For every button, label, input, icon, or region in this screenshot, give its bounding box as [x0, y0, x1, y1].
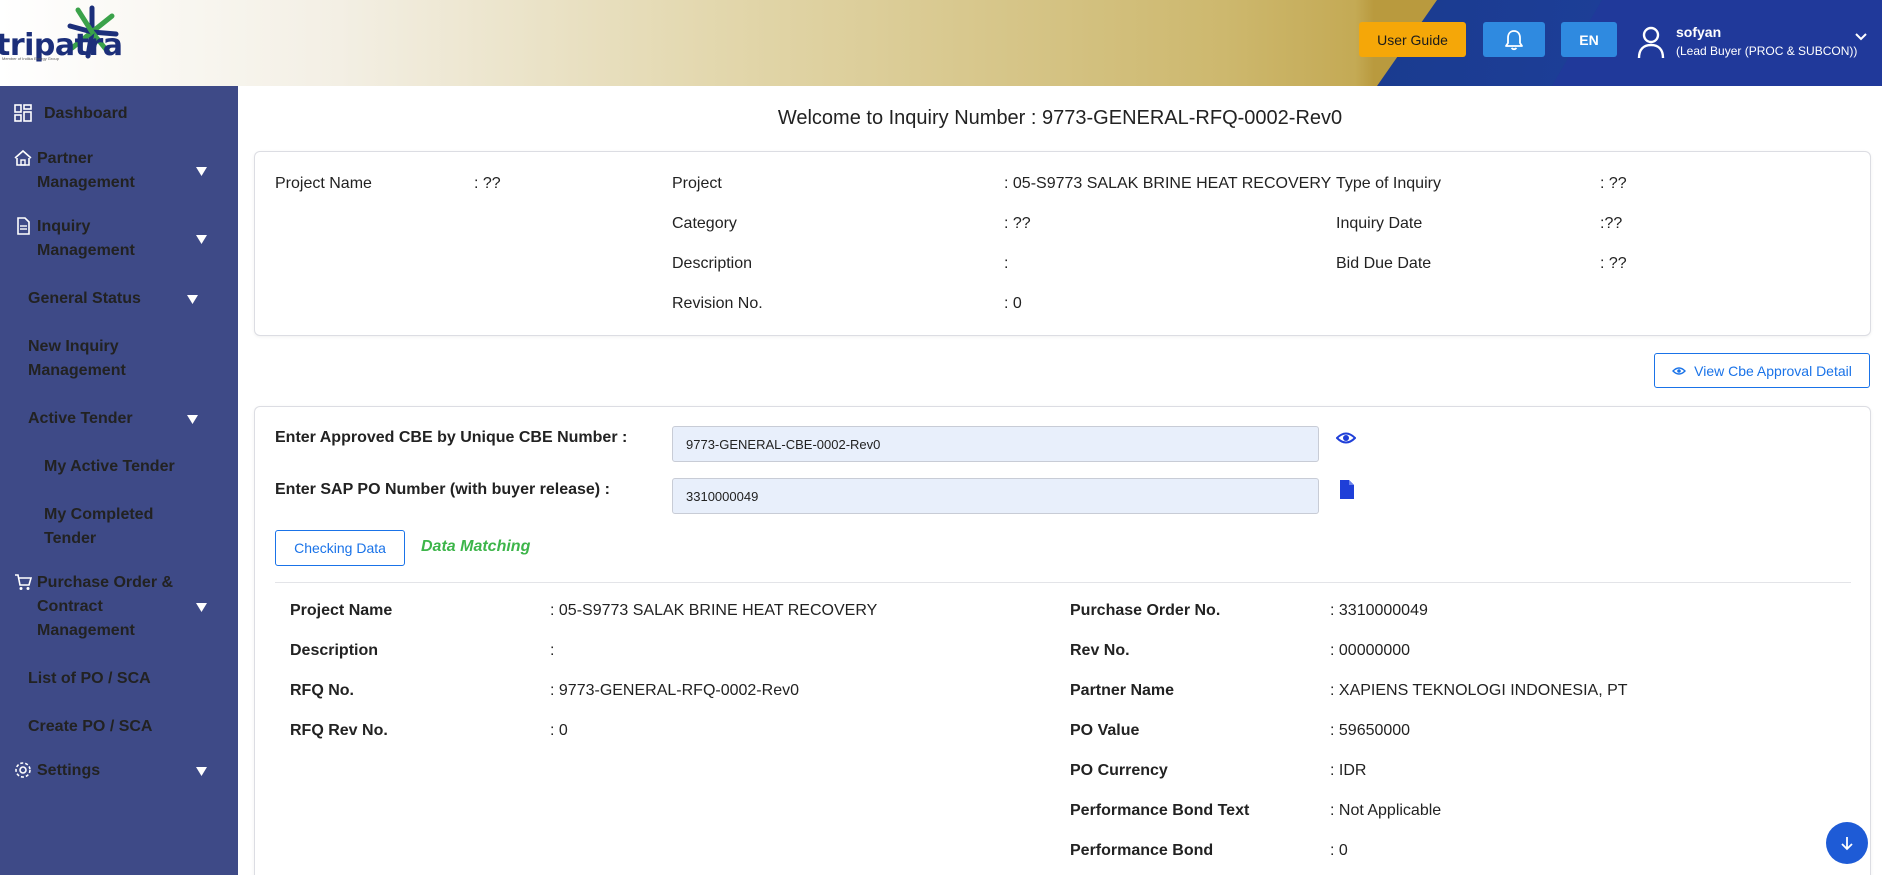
- detail-value: : 3310000049: [1330, 602, 1428, 619]
- sidebar-item-label: Dashboard: [44, 105, 128, 122]
- type-of-inquiry-label: Type of Inquiry: [1336, 175, 1441, 192]
- detail-value: : 9773-GENERAL-RFQ-0002-Rev0: [550, 682, 799, 699]
- eye-icon[interactable]: [1336, 430, 1356, 446]
- view-cbe-approval-label: View Cbe Approval Detail: [1694, 362, 1852, 379]
- detail-label: Project Name: [290, 602, 393, 619]
- notifications-button[interactable]: [1483, 22, 1545, 57]
- detail-value: : 59650000: [1330, 722, 1411, 739]
- arrow-down-icon: [1841, 837, 1853, 851]
- detail-value: : 05-S9773 SALAK BRINE HEAT RECOVERY: [550, 602, 878, 619]
- sidebar-item-settings[interactable]: Settings: [0, 759, 238, 785]
- sidebar-item-create-po-sca[interactable]: Create PO / SCA: [0, 715, 238, 741]
- description-value: :: [1004, 255, 1009, 272]
- bid-due-date-label: Bid Due Date: [1336, 255, 1432, 272]
- sidebar-item-new-inquiry-management[interactable]: New Inquiry Management: [0, 335, 238, 385]
- cbe-number-input[interactable]: 9773-GENERAL-CBE-0002-Rev0: [672, 426, 1319, 462]
- detail-label: PO Value: [1070, 722, 1140, 739]
- detail-value: : XAPIENS TEKNOLOGI INDONESIA, PT: [1330, 682, 1628, 699]
- match-status: Data Matching: [421, 538, 531, 555]
- bell-icon: [1505, 29, 1523, 50]
- gear-icon: [15, 762, 31, 778]
- detail-label: RFQ Rev No.: [290, 722, 388, 739]
- caret-down-icon: [196, 235, 207, 244]
- detail-label: Rev No.: [1070, 642, 1130, 659]
- sidebar-item-dashboard[interactable]: Dashboard: [0, 102, 238, 128]
- dashboard-icon: [14, 104, 32, 122]
- inquiry-date-value: :??: [1600, 215, 1623, 232]
- detail-value: : Not Applicable: [1330, 802, 1442, 819]
- caret-down-icon: [196, 167, 207, 176]
- partner-icon: [14, 149, 32, 166]
- category-value: : ??: [1004, 215, 1031, 232]
- cbe-number-label: Enter Approved CBE by Unique CBE Number …: [275, 429, 628, 446]
- sap-po-number-input[interactable]: 3310000049: [672, 478, 1319, 514]
- company-logo[interactable]: tripatra Member of Indika Energy Group: [0, 0, 123, 70]
- caret-down-icon: [187, 415, 198, 424]
- project-name-value: : ??: [474, 175, 501, 192]
- caret-down-icon: [187, 295, 198, 304]
- description-label: Description: [672, 255, 753, 272]
- cart-icon: [15, 574, 32, 590]
- detail-label: RFQ No.: [290, 682, 354, 699]
- sidebar-item-purchase-order-contract[interactable]: Purchase Order & Contract Management: [0, 571, 238, 645]
- detail-label: Performance Bond Text: [1070, 802, 1250, 819]
- document-icon: [17, 217, 30, 235]
- detail-value: : 0: [550, 722, 568, 739]
- sidebar-item-partner-management[interactable]: Partner Management: [0, 147, 238, 197]
- project-value: : 05-S9773 SALAK BRINE HEAT RECOVERY: [1004, 175, 1332, 192]
- project-name-label: Project Name: [275, 175, 372, 192]
- project-label: Project: [672, 175, 722, 192]
- detail-label: Purchase Order No.: [1070, 602, 1221, 619]
- caret-down-icon: [196, 603, 207, 612]
- revision-label: Revision No.: [672, 295, 763, 312]
- sidebar-item-my-active-tender[interactable]: My Active Tender: [0, 455, 238, 481]
- detail-label: Partner Name: [1070, 682, 1175, 699]
- detail-value: : 0: [1330, 842, 1348, 859]
- sap-po-number-label: Enter SAP PO Number (with buyer release)…: [275, 481, 610, 498]
- bid-due-date-value: : ??: [1600, 255, 1627, 272]
- inquiry-date-label: Inquiry Date: [1336, 215, 1423, 232]
- sidebar: Dashboard Partner Management Inquiry Man…: [0, 86, 238, 875]
- detail-value: : IDR: [1330, 762, 1367, 779]
- sidebar-item-inquiry-management[interactable]: Inquiry Management: [0, 215, 238, 265]
- sidebar-item-my-completed-tender[interactable]: My Completed Tender: [0, 503, 238, 553]
- detail-label: Performance Bond: [1070, 842, 1214, 859]
- detail-label: Description: [290, 642, 379, 659]
- detail-value: :: [550, 642, 555, 659]
- user-role: (Lead Buyer (PROC & SUBCON)): [1676, 44, 1858, 58]
- file-icon[interactable]: [1339, 479, 1355, 500]
- sidebar-item-active-tender[interactable]: Active Tender: [0, 407, 238, 433]
- caret-down-icon: [196, 767, 207, 776]
- detail-label: PO Currency: [1070, 762, 1168, 779]
- user-guide-button[interactable]: User Guide: [1359, 22, 1466, 57]
- eye-icon: [1672, 366, 1687, 375]
- language-button[interactable]: EN: [1561, 22, 1617, 57]
- view-cbe-approval-button[interactable]: View Cbe Approval Detail: [1654, 353, 1870, 388]
- user-avatar-icon[interactable]: [1636, 25, 1666, 59]
- detail-value: : 00000000: [1330, 642, 1411, 659]
- page-title: Welcome to Inquiry Number : 9773-GENERAL…: [777, 107, 1343, 129]
- category-label: Category: [672, 215, 737, 232]
- type-of-inquiry-value: : ??: [1600, 175, 1627, 192]
- revision-value: : 0: [1004, 295, 1022, 312]
- sidebar-item-list-po-sca[interactable]: List of PO / SCA: [0, 667, 238, 693]
- po-matching-card: [254, 406, 1871, 875]
- user-name: sofyan: [1676, 24, 1722, 40]
- divider: [275, 582, 1851, 583]
- sidebar-item-general-status[interactable]: General Status: [0, 287, 238, 313]
- scroll-down-button[interactable]: [1826, 822, 1868, 864]
- chevron-down-icon[interactable]: [1854, 32, 1868, 42]
- top-header: tripatra Member of Indika Energy Group U…: [0, 0, 1882, 86]
- checking-data-button[interactable]: Checking Data: [275, 530, 405, 566]
- logo-tagline: Member of Indika Energy Group: [2, 56, 59, 61]
